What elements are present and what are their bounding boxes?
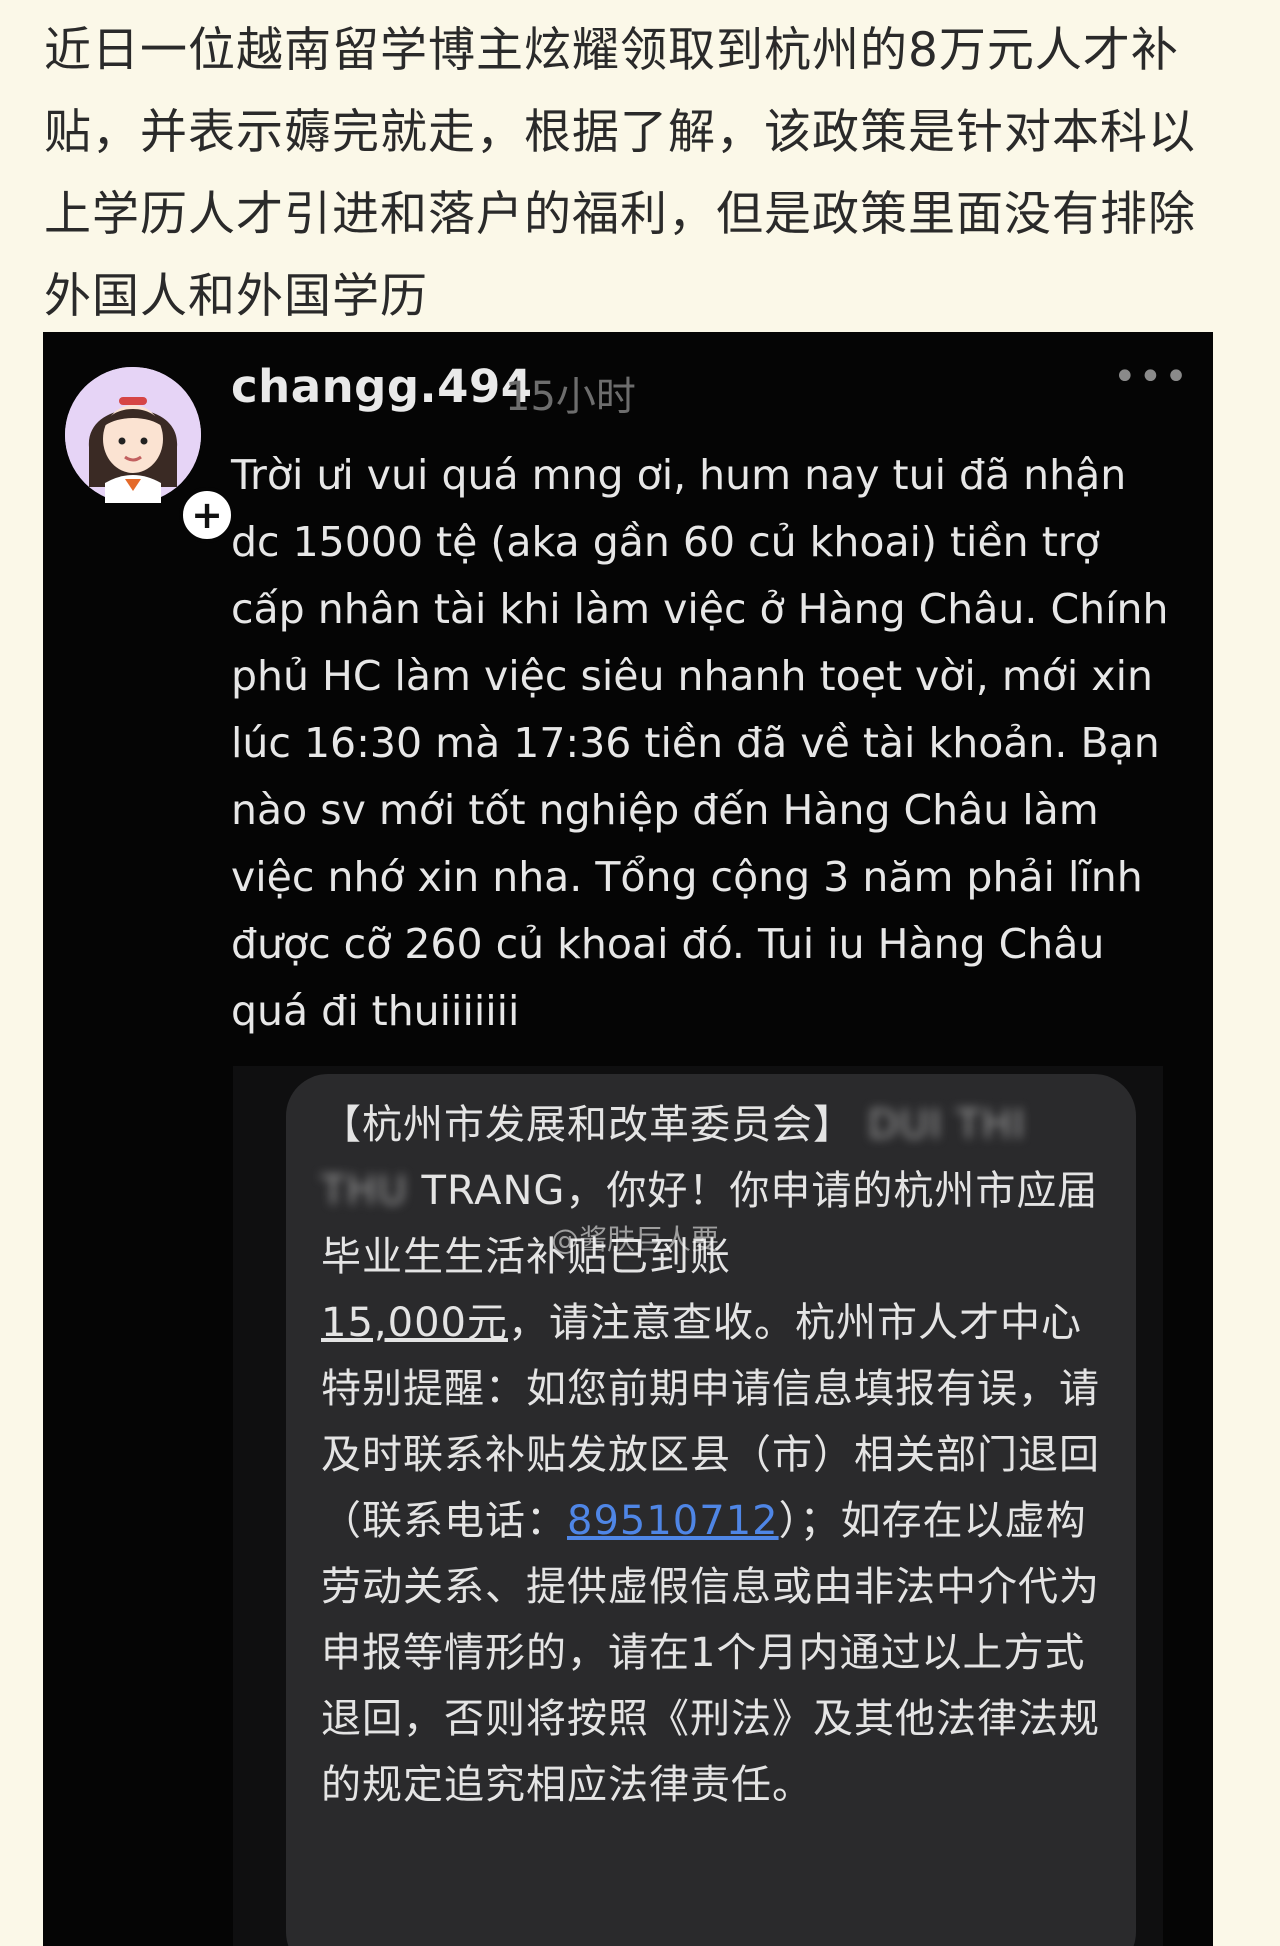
sms-phone-link[interactable]: 89510712: [567, 1498, 779, 1544]
more-icon[interactable]: •••: [1113, 354, 1190, 400]
sms-message: 【杭州市发展和改革委员会】 DUI THI THU TRANG，你好！你申请的杭州…: [321, 1092, 1111, 1818]
sms-sender: 【杭州市发展和改革委员会】: [321, 1102, 854, 1148]
sms-amount: 15,000元: [321, 1300, 508, 1346]
post-text: Trời ưi vui quá mng ơi, hum nay tui đã n…: [231, 451, 1169, 1035]
blurred-name-first: DUI THI: [867, 1102, 1026, 1148]
watermark: @酱肤巨人要: [551, 1223, 720, 1256]
avatar[interactable]: +: [65, 367, 235, 543]
plus-icon[interactable]: +: [179, 487, 235, 543]
blurred-name-second: THU: [321, 1168, 408, 1214]
username[interactable]: changg.494: [231, 360, 533, 413]
post-timestamp: 15小时: [505, 374, 636, 420]
avatar-icon: [65, 367, 201, 503]
post-caption: 近日一位越南留学博主炫耀领取到杭州的8万元人才补贴，并表示薅完就走，根据了解，该…: [44, 23, 1196, 324]
screenshot-panel: + changg.494 15小时 ••• Trời ưi vui quá mn…: [43, 332, 1213, 1946]
sms-body-2: ）；如存在以虚构劳动关系、提供虚假信息或由非法中介代为申报等情形的，请在1个月内…: [321, 1498, 1100, 1808]
